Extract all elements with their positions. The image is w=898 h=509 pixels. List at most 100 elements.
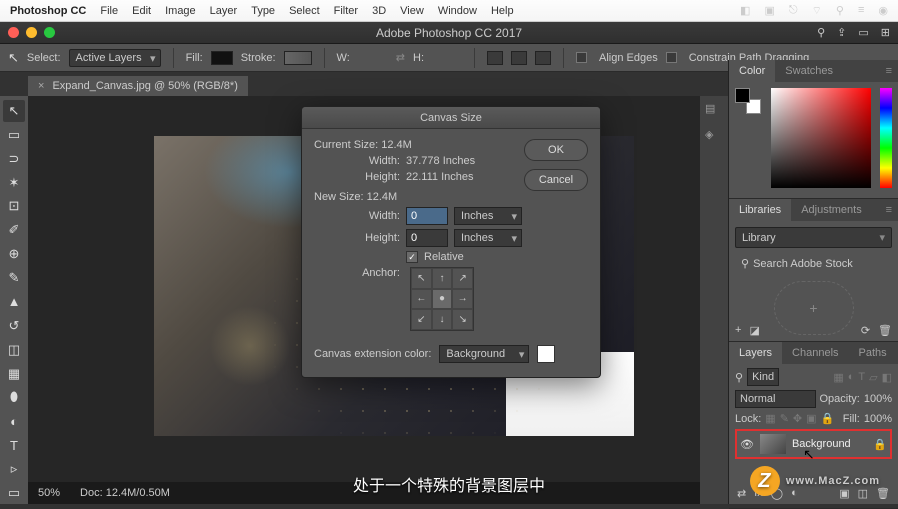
dodge-tool[interactable]: ◐ bbox=[3, 410, 25, 432]
panel-menu-icon[interactable]: ≡ bbox=[880, 65, 898, 77]
lock-icon[interactable]: 🔒 bbox=[873, 438, 887, 451]
filter-smart-icon[interactable]: ◧ bbox=[882, 371, 892, 384]
select-dropdown[interactable]: Active Layers bbox=[69, 49, 161, 67]
tab-paths[interactable]: Paths bbox=[849, 342, 897, 364]
fg-bg-swatches[interactable] bbox=[735, 88, 761, 114]
filter-shape-icon[interactable]: ▱ bbox=[869, 371, 877, 384]
hue-slider[interactable] bbox=[880, 88, 892, 188]
path-align-icon[interactable] bbox=[511, 51, 527, 65]
zoom-level[interactable]: 50% bbox=[38, 487, 60, 499]
link-icon[interactable]: ⇄ bbox=[737, 487, 746, 500]
dialog-titlebar[interactable]: Canvas Size bbox=[302, 107, 600, 129]
filter-pixel-icon[interactable]: ▦ bbox=[833, 371, 843, 384]
layer-background[interactable]: 👁 Background 🔒 bbox=[735, 429, 892, 459]
anchor-center[interactable]: ● bbox=[432, 289, 453, 310]
search-icon[interactable]: ⚲ bbox=[836, 4, 844, 18]
stamp-tool[interactable]: ▲ bbox=[3, 291, 25, 313]
extension-dropdown[interactable]: Background bbox=[439, 345, 529, 363]
menu-view[interactable]: View bbox=[400, 5, 424, 17]
ok-button[interactable]: OK bbox=[524, 139, 588, 161]
move-tool[interactable]: ↖ bbox=[3, 100, 25, 122]
tab-libraries[interactable]: Libraries bbox=[729, 199, 791, 221]
shape-tool[interactable]: ▭ bbox=[3, 482, 25, 504]
history-panel-icon[interactable]: ▤ bbox=[705, 102, 723, 118]
share-icon[interactable]: ⇪ bbox=[837, 26, 846, 39]
menu-help[interactable]: Help bbox=[491, 5, 514, 17]
workspace-icon[interactable]: ⊞ bbox=[881, 26, 890, 39]
eyedropper-tool[interactable]: ✐ bbox=[3, 219, 25, 241]
width-unit-dropdown[interactable]: Inches bbox=[454, 207, 522, 225]
marquee-tool[interactable]: ▭ bbox=[3, 124, 25, 146]
properties-panel-icon[interactable]: ◈ bbox=[705, 128, 723, 144]
panel-menu-icon[interactable]: ≡ bbox=[880, 204, 898, 216]
blur-tool[interactable]: ⬮ bbox=[3, 387, 25, 409]
anchor-sw[interactable]: ↙ bbox=[411, 309, 432, 330]
crop-tool[interactable]: ⊡ bbox=[3, 196, 25, 218]
filter-adjust-icon[interactable]: ◐ bbox=[848, 371, 855, 383]
anchor-s[interactable]: ↓ bbox=[432, 309, 453, 330]
anchor-grid[interactable]: ↖ ↑ ↗ ← ● → ↙ ↓ ↘ bbox=[410, 267, 474, 331]
trash-icon[interactable]: 🗑 bbox=[878, 324, 892, 337]
eraser-tool[interactable]: ◫ bbox=[3, 339, 25, 361]
anchor-e[interactable]: → bbox=[452, 289, 473, 310]
height-input[interactable]: 0 bbox=[406, 229, 448, 247]
close-button[interactable] bbox=[8, 27, 19, 38]
add-icon[interactable]: + bbox=[735, 324, 741, 337]
constrain-checkbox[interactable] bbox=[666, 52, 677, 63]
menu-type[interactable]: Type bbox=[251, 5, 275, 17]
tab-channels[interactable]: Channels bbox=[782, 342, 848, 364]
stock-icon[interactable]: ◪ bbox=[749, 324, 759, 337]
stroke-swatch[interactable] bbox=[284, 51, 312, 65]
width-input[interactable]: 0 bbox=[406, 207, 448, 225]
status-icon[interactable]: ▣ bbox=[764, 4, 774, 18]
siri-icon[interactable]: ◉ bbox=[878, 4, 888, 18]
fill-swatch[interactable] bbox=[211, 51, 233, 65]
lock-art-icon[interactable]: ▣ bbox=[806, 412, 816, 425]
filter-type-icon[interactable]: T bbox=[858, 371, 865, 383]
tab-color[interactable]: Color bbox=[729, 60, 775, 82]
app-name[interactable]: Photoshop CC bbox=[10, 5, 86, 17]
brush-tool[interactable]: ✎ bbox=[3, 267, 25, 289]
anchor-w[interactable]: ← bbox=[411, 289, 432, 310]
layer-name[interactable]: Background bbox=[792, 438, 851, 450]
lock-all-icon[interactable]: 🔒 bbox=[821, 412, 835, 425]
lock-paint-icon[interactable]: ✎ bbox=[780, 412, 789, 425]
search-icon[interactable]: ⚲ bbox=[817, 26, 825, 39]
cancel-button[interactable]: Cancel bbox=[524, 169, 588, 191]
document-tab[interactable]: × Expand_Canvas.jpg @ 50% (RGB/8*) bbox=[28, 76, 248, 96]
extension-swatch[interactable] bbox=[537, 345, 555, 363]
sync-icon[interactable]: ⟳ bbox=[861, 324, 870, 337]
height-unit-dropdown[interactable]: Inches bbox=[454, 229, 522, 247]
align-edges-checkbox[interactable] bbox=[576, 52, 587, 63]
status-icon[interactable]: ◧ bbox=[740, 4, 750, 18]
anchor-se[interactable]: ↘ bbox=[452, 309, 473, 330]
library-dropdown[interactable]: Library bbox=[735, 227, 892, 248]
tab-close-icon[interactable]: × bbox=[38, 80, 44, 92]
path-tool[interactable]: ▹ bbox=[3, 458, 25, 480]
menu-select[interactable]: Select bbox=[289, 5, 320, 17]
lock-trans-icon[interactable]: ▦ bbox=[765, 412, 775, 425]
blend-mode-dropdown[interactable]: Normal bbox=[735, 390, 816, 408]
link-icon[interactable]: ⇄ bbox=[396, 51, 405, 64]
anchor-n[interactable]: ↑ bbox=[432, 268, 453, 289]
color-picker[interactable] bbox=[771, 88, 871, 188]
menu-edit[interactable]: Edit bbox=[132, 5, 151, 17]
doc-info[interactable]: Doc: 12.4M/0.50M bbox=[80, 487, 170, 499]
menu-3d[interactable]: 3D bbox=[372, 5, 386, 17]
foreground-swatch[interactable] bbox=[735, 88, 750, 103]
move-tool-icon[interactable]: ↖ bbox=[8, 50, 19, 66]
tab-swatches[interactable]: Swatches bbox=[775, 60, 843, 82]
type-tool[interactable]: T bbox=[3, 434, 25, 456]
tab-adjustments[interactable]: Adjustments bbox=[791, 199, 872, 221]
lock-pos-icon[interactable]: ✥ bbox=[793, 412, 802, 425]
relative-checkbox[interactable]: ✓ bbox=[406, 251, 418, 263]
menu-icon[interactable]: ≡ bbox=[858, 4, 864, 18]
frame-icon[interactable]: ▭ bbox=[858, 26, 868, 39]
anchor-nw[interactable]: ↖ bbox=[411, 268, 432, 289]
heal-tool[interactable]: ⊕ bbox=[3, 243, 25, 265]
tab-layers[interactable]: Layers bbox=[729, 342, 782, 364]
minimize-button[interactable] bbox=[26, 27, 37, 38]
status-icon[interactable]: ⎋ bbox=[789, 4, 798, 18]
path-op-icon[interactable] bbox=[487, 51, 503, 65]
path-arrange-icon[interactable] bbox=[535, 51, 551, 65]
